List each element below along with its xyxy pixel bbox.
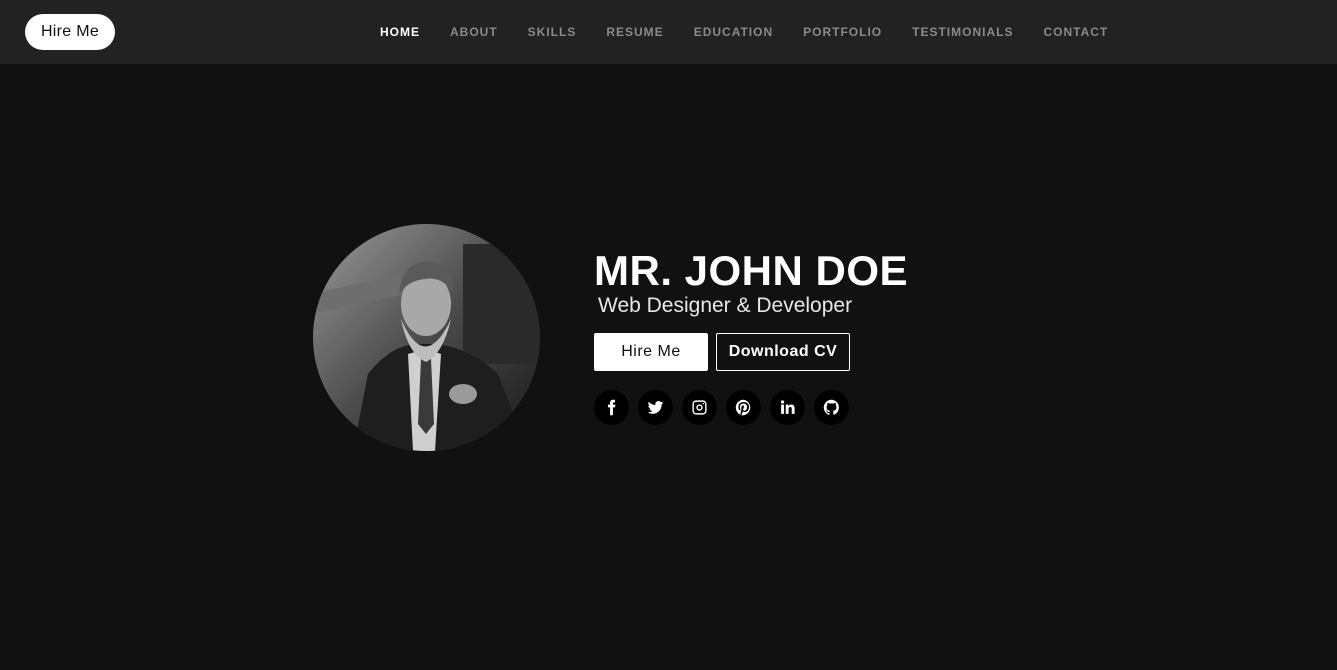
nav-resume[interactable]: RESUME — [591, 25, 678, 39]
social-links — [594, 390, 849, 425]
twitter-link[interactable] — [638, 390, 673, 425]
profile-photo — [313, 224, 540, 451]
main-nav: HOME ABOUT SKILLS RESUME EDUCATION PORTF… — [365, 0, 1123, 64]
nav-contact[interactable]: CONTACT — [1028, 25, 1123, 39]
pinterest-icon — [735, 399, 751, 416]
hero-section: MR. JOHN DOE Web Designer & Developer Hi… — [0, 64, 1337, 670]
pinterest-link[interactable] — [726, 390, 761, 425]
facebook-icon — [607, 399, 616, 416]
nav-skills[interactable]: SKILLS — [513, 25, 592, 39]
profile-photo-illustration — [313, 224, 540, 451]
nav-testimonials[interactable]: TESTIMONIALS — [897, 25, 1028, 39]
github-icon — [823, 399, 839, 415]
header-hire-me-button[interactable]: Hire Me — [25, 14, 115, 50]
nav-about[interactable]: ABOUT — [435, 25, 513, 39]
instagram-link[interactable] — [682, 390, 717, 425]
hire-me-button[interactable]: Hire Me — [594, 333, 708, 371]
linkedin-icon — [780, 400, 795, 414]
facebook-link[interactable] — [594, 390, 629, 425]
twitter-icon — [647, 401, 664, 414]
linkedin-link[interactable] — [770, 390, 805, 425]
nav-home[interactable]: HOME — [365, 25, 435, 39]
nav-education[interactable]: EDUCATION — [679, 25, 788, 39]
hero-name: MR. JOHN DOE — [594, 247, 909, 294]
instagram-icon — [692, 400, 707, 415]
nav-portfolio[interactable]: PORTFOLIO — [788, 25, 897, 39]
github-link[interactable] — [814, 390, 849, 425]
hero-subtitle: Web Designer & Developer — [598, 294, 853, 317]
top-navbar: Hire Me HOME ABOUT SKILLS RESUME EDUCATI… — [0, 0, 1337, 64]
download-cv-button[interactable]: Download CV — [716, 333, 850, 371]
